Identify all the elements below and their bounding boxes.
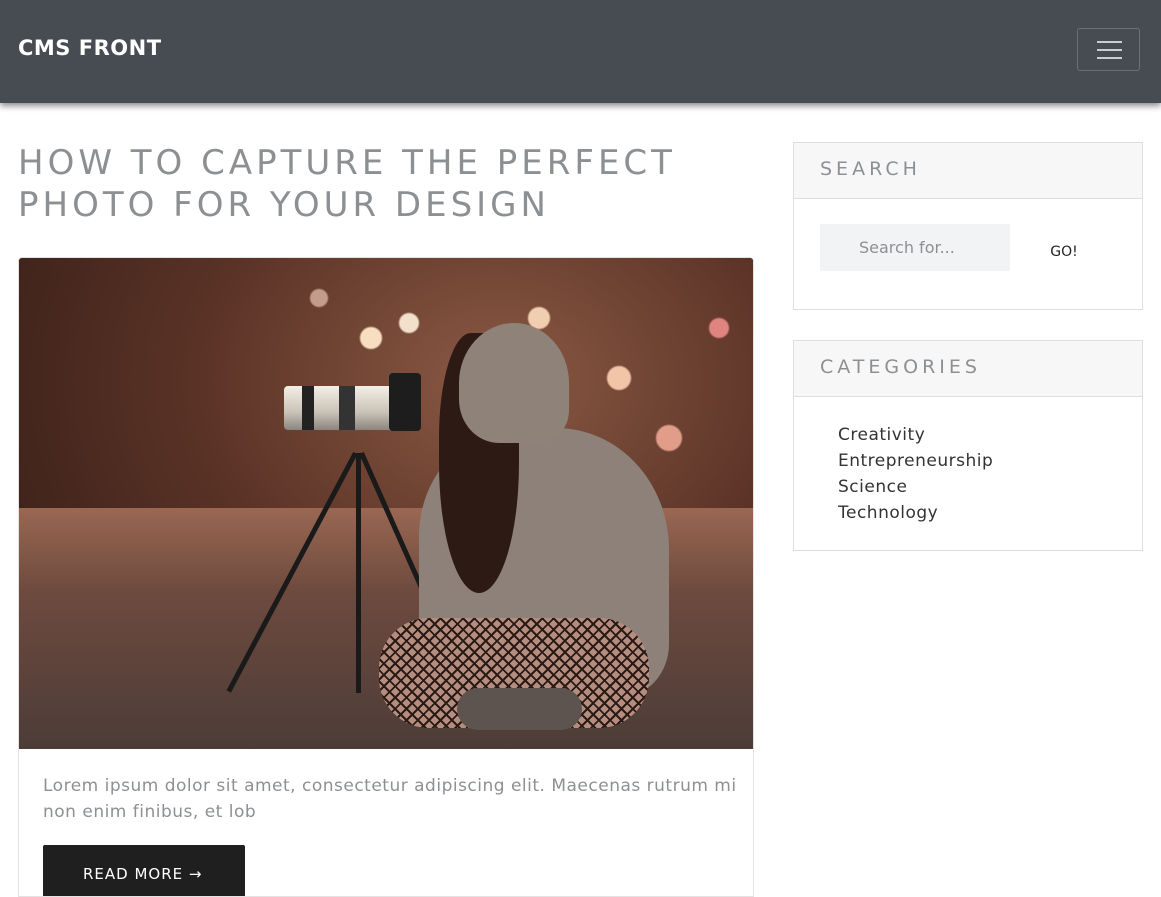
category-item: Entrepreneurship [838, 448, 1142, 474]
person-shoe [457, 688, 582, 730]
category-link-technology[interactable]: Technology [838, 503, 938, 523]
category-item: Science [838, 474, 1142, 500]
hamburger-menu-icon [1097, 41, 1122, 43]
category-link-creativity[interactable]: Creativity [838, 425, 925, 445]
category-link-science[interactable]: Science [838, 477, 907, 497]
navbar: CMS FRONT [0, 0, 1161, 103]
category-link-entrepreneurship[interactable]: Entrepreneurship [838, 451, 993, 471]
person-hood [459, 323, 569, 443]
post-title[interactable]: HOW TO CAPTURE THE PERFECT PHOTO FOR YOU… [18, 142, 738, 226]
post-image[interactable] [19, 258, 753, 749]
camera-body [389, 373, 421, 431]
search-go-button[interactable]: GO! [1030, 233, 1098, 271]
search-input[interactable] [820, 224, 1010, 271]
categories-widget-heading: CATEGORIES [794, 341, 1142, 397]
category-item: Creativity [838, 422, 1142, 448]
search-widget-heading: SEARCH [794, 143, 1142, 199]
tripod-leg [356, 453, 361, 693]
hamburger-menu-icon-bar [1097, 49, 1122, 51]
category-item: Technology [838, 500, 1142, 526]
brand-logo[interactable]: CMS FRONT [18, 36, 162, 60]
hamburger-menu-icon-bar [1097, 57, 1122, 59]
post-card: Lorem ipsum dolor sit amet, consectetur … [18, 257, 754, 897]
category-list: Creativity Entrepreneurship Science Tech… [794, 397, 1142, 526]
post-excerpt: Lorem ipsum dolor sit amet, consectetur … [43, 776, 737, 822]
camera-lens [284, 386, 394, 430]
categories-widget: CATEGORIES Creativity Entrepreneurship S… [793, 340, 1143, 551]
read-more-button[interactable]: READ MORE → [43, 845, 245, 896]
search-widget: SEARCH GO! [793, 142, 1143, 310]
navbar-toggle-button[interactable] [1077, 28, 1140, 71]
